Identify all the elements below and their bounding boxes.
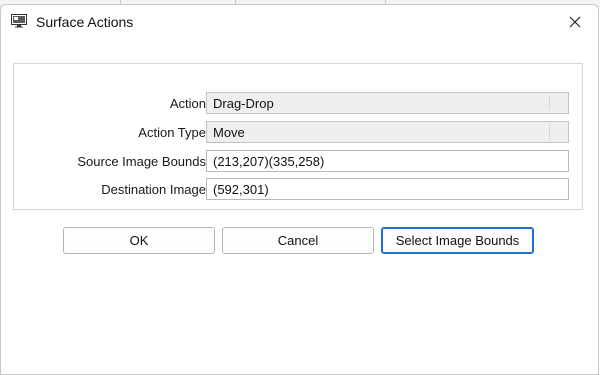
action-type-field[interactable]: Move [206, 121, 569, 143]
action-type-value: Move [213, 125, 245, 140]
ok-button[interactable]: OK [63, 227, 215, 254]
action-value: Drag-Drop [213, 96, 274, 111]
action-field[interactable]: Drag-Drop [206, 92, 569, 114]
monitor-app-icon [11, 14, 27, 28]
destination-field[interactable]: (592,301) [206, 178, 569, 200]
source-bounds-value: (213,207)(335,258) [213, 154, 325, 169]
dialog-title: Surface Actions [36, 14, 134, 30]
field-divider [549, 96, 550, 110]
action-row: Action Drag-Drop [14, 92, 582, 116]
application-window: Surface Actions Action Drag-Drop Action … [0, 0, 600, 375]
action-type-label: Action Type [138, 125, 206, 140]
destination-value: (592,301) [213, 182, 269, 197]
action-label: Action [169, 96, 206, 111]
close-icon [569, 16, 581, 28]
title-bar[interactable]: Surface Actions [1, 5, 598, 39]
source-bounds-label: Source Image Bounds [77, 154, 206, 169]
action-details-group: Action Drag-Drop Action Type Move Source… [13, 63, 583, 210]
destination-label: Destination Image [101, 182, 206, 197]
close-button[interactable] [560, 9, 590, 35]
source-bounds-row: Source Image Bounds (213,207)(335,258) [14, 150, 582, 174]
field-divider [549, 125, 550, 139]
destination-row: Destination Image (592,301) [14, 178, 582, 202]
source-bounds-field[interactable]: (213,207)(335,258) [206, 150, 569, 172]
cancel-button[interactable]: Cancel [222, 227, 374, 254]
select-image-bounds-button[interactable]: Select Image Bounds [381, 227, 534, 254]
action-type-row: Action Type Move [14, 121, 582, 145]
surface-actions-dialog: Surface Actions Action Drag-Drop Action … [0, 4, 599, 375]
